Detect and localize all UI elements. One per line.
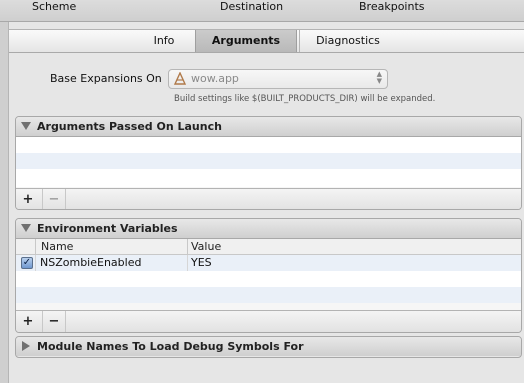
tab-diagnostics[interactable]: Diagnostics bbox=[299, 30, 396, 52]
environment-variables-column-header: Name Value bbox=[16, 239, 521, 255]
arguments-footer: + − bbox=[16, 188, 521, 209]
cell-divider bbox=[187, 255, 188, 271]
arguments-list[interactable] bbox=[16, 137, 521, 187]
toolbar-scheme-item[interactable]: Scheme bbox=[32, 0, 76, 13]
arguments-section-title: Arguments Passed On Launch bbox=[37, 120, 222, 133]
environment-variables-title: Environment Variables bbox=[37, 222, 178, 235]
add-env-var-button[interactable]: + bbox=[19, 311, 37, 332]
toolbar-destination-item[interactable]: Destination bbox=[220, 0, 283, 13]
popup-stepper-icon: ▲ ▼ bbox=[376, 70, 382, 85]
scheme-toolbar: Scheme Destination Breakpoints bbox=[0, 0, 524, 22]
base-expansions-label: Base Expansions On bbox=[50, 72, 162, 85]
list-item bbox=[16, 185, 521, 187]
environment-variables-header[interactable]: Environment Variables bbox=[16, 219, 521, 239]
value-column-header[interactable]: Value bbox=[191, 239, 221, 254]
remove-argument-button[interactable]: − bbox=[42, 189, 66, 209]
table-row[interactable]: ✓ NSZombieEnabled YES bbox=[16, 255, 521, 271]
add-argument-button[interactable]: + bbox=[19, 189, 37, 209]
environment-variables-footer: + − bbox=[16, 310, 521, 332]
arguments-section-header[interactable]: Arguments Passed On Launch bbox=[16, 117, 521, 137]
arguments-section: Arguments Passed On Launch + − bbox=[15, 116, 522, 210]
disclosure-closed-icon[interactable] bbox=[22, 341, 30, 351]
cell-divider bbox=[35, 255, 36, 271]
toolbar-breakpoints-item[interactable]: Breakpoints bbox=[359, 0, 425, 13]
base-expansions-popup[interactable]: wow.app ▲ ▼ bbox=[168, 69, 388, 89]
list-item[interactable] bbox=[16, 169, 521, 185]
column-separator bbox=[35, 239, 36, 254]
env-var-value[interactable]: YES bbox=[191, 255, 212, 271]
base-expansions-hint: Build settings like $(BUILT_PRODUCTS_DIR… bbox=[174, 94, 436, 104]
module-names-header[interactable]: Module Names To Load Debug Symbols For bbox=[16, 337, 521, 356]
tab-bar: Info Arguments Diagnostics bbox=[9, 29, 524, 53]
environment-variables-section: Environment Variables Name Value ✓ NSZom… bbox=[15, 218, 522, 333]
table-row[interactable] bbox=[16, 271, 521, 287]
tab-info[interactable]: Info bbox=[137, 30, 191, 52]
scheme-editor-pane: Info Arguments Diagnostics Base Expansio… bbox=[9, 22, 524, 383]
base-expansions-value: wow.app bbox=[191, 72, 239, 85]
list-item[interactable] bbox=[16, 153, 521, 169]
environment-variables-list[interactable]: ✓ NSZombieEnabled YES bbox=[16, 255, 521, 303]
app-icon bbox=[173, 72, 187, 85]
remove-env-var-button[interactable]: − bbox=[42, 311, 66, 332]
module-names-title: Module Names To Load Debug Symbols For bbox=[37, 340, 304, 353]
env-var-name[interactable]: NSZombieEnabled bbox=[40, 255, 141, 271]
disclosure-open-icon[interactable] bbox=[21, 224, 31, 232]
checkbox-icon[interactable]: ✓ bbox=[21, 257, 33, 269]
column-separator bbox=[187, 239, 188, 254]
list-item[interactable] bbox=[16, 137, 521, 153]
name-column-header[interactable]: Name bbox=[41, 239, 73, 254]
scheme-sidebar-edge bbox=[0, 22, 9, 383]
disclosure-open-icon[interactable] bbox=[21, 122, 31, 130]
tab-arguments[interactable]: Arguments bbox=[195, 30, 297, 52]
table-row[interactable] bbox=[16, 287, 521, 303]
module-names-section: Module Names To Load Debug Symbols For bbox=[15, 336, 522, 358]
